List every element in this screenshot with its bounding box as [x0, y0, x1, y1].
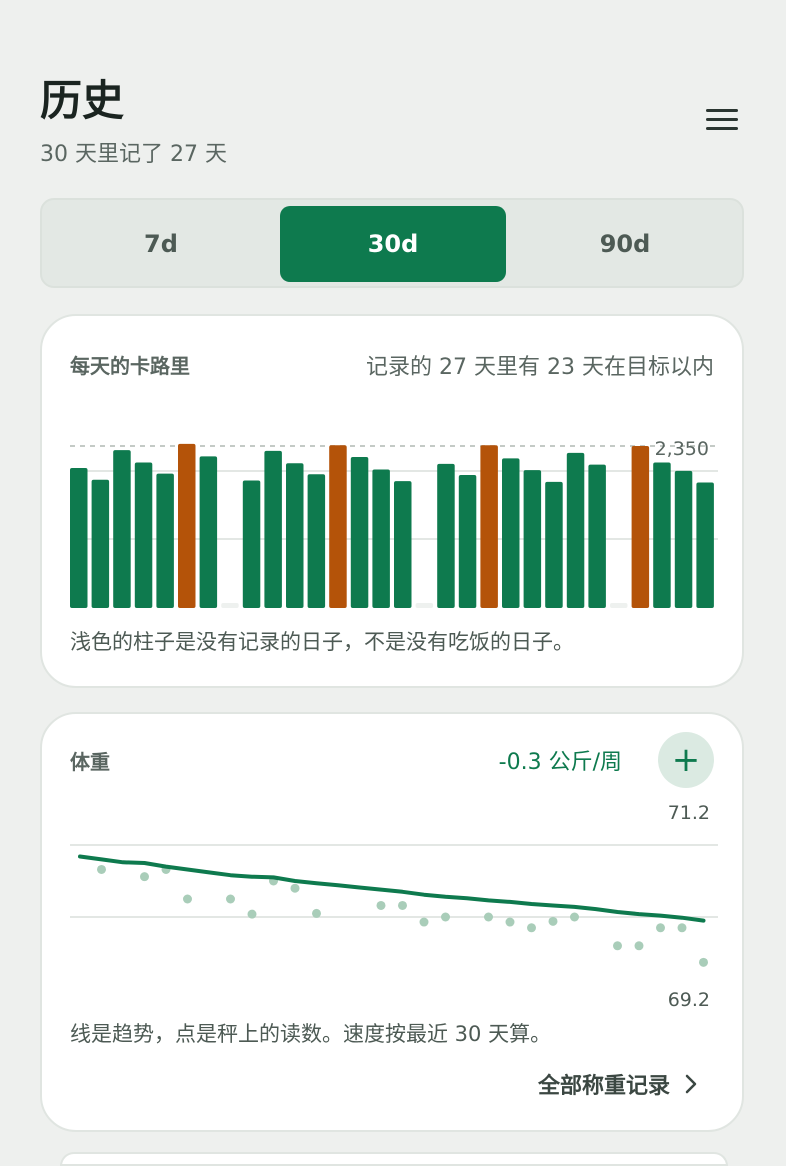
- calorie-bar: [134, 462, 153, 608]
- calorie-bar-missing: [221, 603, 239, 608]
- calorie-bar: [502, 458, 520, 608]
- calorie-bar: [588, 464, 606, 608]
- weight-reading-point: [183, 894, 192, 904]
- calorie-bar: [523, 470, 542, 608]
- weight-reading-point: [441, 912, 450, 922]
- weight-reading-point: [677, 923, 687, 933]
- page-title: 历史: [40, 76, 125, 125]
- weight-reading-point: [548, 916, 558, 926]
- weight-reading-point: [570, 912, 579, 922]
- chevron-right-icon: [685, 1074, 697, 1094]
- weight-reading-point: [634, 941, 644, 951]
- header: 历史 30 天里记了 27 天: [40, 72, 746, 168]
- calorie-bar: [437, 463, 455, 608]
- weight-card: 体重 -0.3 公斤/周 + 71.2 69.2 线是趋势，点是秤上的读数。速度…: [40, 712, 744, 1132]
- range-tab-30d[interactable]: 30d: [280, 206, 506, 282]
- goal-label: 2,350: [655, 438, 709, 460]
- weight-reading-point: [656, 923, 665, 933]
- calorie-bar: [242, 480, 261, 608]
- calorie-bar: [113, 450, 131, 608]
- calorie-bar: [458, 474, 477, 608]
- calorie-bar: [91, 479, 110, 608]
- weight-reading-point: [97, 864, 106, 874]
- weight-reading-point: [398, 900, 407, 910]
- weight-note: 线是趋势，点是秤上的读数。速度按最近 30 天算。: [70, 1022, 552, 1046]
- calorie-bar: [70, 468, 88, 608]
- calorie-bar: [674, 470, 693, 608]
- calorie-bar: [631, 446, 650, 608]
- calorie-bar: [156, 473, 174, 608]
- hamburger-menu-icon[interactable]: [706, 104, 740, 134]
- weight-reading-point: [290, 883, 300, 893]
- weight-trend-line: [78, 854, 706, 923]
- calorie-bar: [178, 443, 196, 608]
- weight-reading-point: [505, 917, 515, 927]
- weight-reading-point: [376, 900, 386, 910]
- calorie-bar: [394, 481, 412, 608]
- weight-reading-point: [613, 941, 622, 951]
- calorie-bar: [566, 452, 585, 608]
- weight-reading-point: [527, 923, 536, 933]
- calorie-bar: [545, 481, 563, 608]
- calorie-bar-missing: [415, 603, 434, 608]
- calorie-bar: [307, 474, 326, 608]
- all-weigh-ins-link[interactable]: 全部称重记录: [538, 1068, 698, 1100]
- calorie-bar: [480, 445, 498, 608]
- weight-reading-point: [484, 912, 493, 922]
- calorie-bar: [199, 456, 218, 608]
- next-card-peek: [60, 1152, 728, 1166]
- range-tab-90d[interactable]: 90d: [512, 206, 738, 282]
- calories-card: 每天的卡路里 记录的 27 天里有 23 天在目标以内 2,350 浅色的柱子是…: [40, 314, 744, 688]
- weight-reading-point: [226, 894, 235, 904]
- calorie-bar-missing: [610, 603, 628, 608]
- range-tab-7d[interactable]: 7d: [48, 206, 274, 282]
- calorie-bar: [286, 463, 304, 608]
- calorie-bar: [653, 462, 671, 608]
- calorie-bar: [372, 469, 390, 608]
- range-selector: 7d 30d 90d: [40, 198, 744, 288]
- weight-reading-point: [699, 957, 708, 967]
- weight-reading-point: [312, 908, 321, 918]
- weight-reading-point: [247, 909, 257, 919]
- weight-min-label: 69.2: [668, 989, 710, 1011]
- calorie-bar: [696, 482, 714, 608]
- all-weigh-ins-label: 全部称重记录: [537, 1074, 670, 1099]
- weight-reading-point: [419, 917, 429, 927]
- weight-max-label: 71.2: [668, 802, 710, 824]
- calorie-bar: [329, 445, 347, 608]
- calories-note: 浅色的柱子是没有记录的日子，不是没有吃饭的日子。: [70, 630, 574, 654]
- weight-reading-point: [140, 872, 149, 882]
- calorie-bar: [350, 457, 369, 608]
- calorie-bar: [264, 450, 282, 608]
- logged-days-summary: 30 天里记了 27 天: [40, 142, 227, 167]
